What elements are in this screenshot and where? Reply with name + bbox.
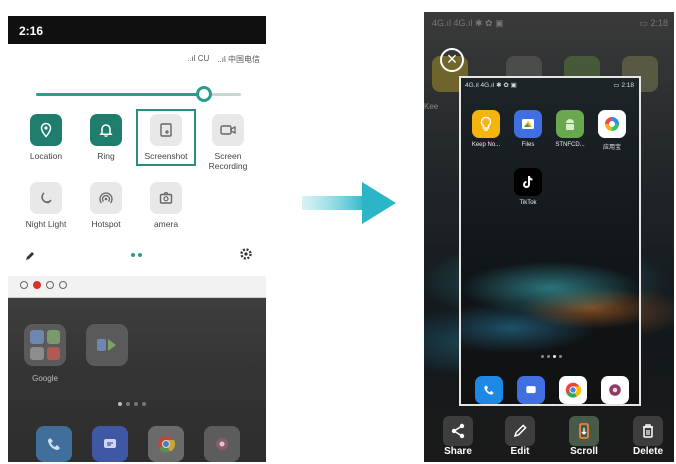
thumb-app: Keep No... xyxy=(467,110,505,148)
tile-label: Screen Recording xyxy=(208,151,248,171)
screenshot-preview-screen: 4G.ıl 4G.ıl ✱ ✿ ▣ ▭ 2:18 Kee × 4G.ıl 4G.… xyxy=(424,12,674,462)
tile-label: Screenshot xyxy=(144,151,188,161)
screenshot-icon xyxy=(150,114,182,146)
phone-app-icon xyxy=(475,376,503,404)
messages-app-icon[interactable] xyxy=(92,426,128,462)
tile-ring[interactable]: Ring xyxy=(76,114,136,161)
chrome-app-icon xyxy=(559,376,587,404)
status-bar-right: ▭ 2:18 xyxy=(639,18,668,28)
phone-app-icon[interactable] xyxy=(36,426,72,462)
close-icon: × xyxy=(446,49,458,69)
thumb-app-label: Keep No... xyxy=(471,142,501,148)
files-icon xyxy=(514,110,542,138)
panel-page-indicator xyxy=(131,253,142,257)
settings-button[interactable] xyxy=(239,247,253,266)
notification-icons xyxy=(8,276,266,298)
camera-icon xyxy=(150,182,182,214)
close-button[interactable]: × xyxy=(440,48,464,72)
tile-label: Location xyxy=(29,151,63,161)
status-bar: 2:16 xyxy=(8,16,266,44)
pencil-icon xyxy=(505,416,535,446)
signal-indicators: ..ıl CU ..ıl 中国电信 xyxy=(187,54,260,65)
share-icon xyxy=(443,416,473,446)
tile-night-light[interactable]: Night Light xyxy=(16,182,76,229)
location-pin-icon xyxy=(30,114,62,146)
thumb-app-label: STNFCD... xyxy=(555,142,585,148)
tile-screenshot[interactable]: Screenshot xyxy=(136,109,196,166)
tiktok-icon xyxy=(514,168,542,196)
tile-camera[interactable]: amera xyxy=(136,182,196,229)
tile-label: Hotspot xyxy=(91,219,121,229)
notification-icon xyxy=(33,281,41,289)
tool-label: Share xyxy=(444,446,472,457)
thumb-status-left: 4G.ıl 4G.ıl ✱ ✿ ▣ xyxy=(465,82,517,89)
lightbulb-icon xyxy=(472,110,500,138)
app-icon[interactable] xyxy=(86,324,128,366)
quick-settings-screen: 2:16 ..ıl CU ..ıl 中国电信 Location Ring Scr… xyxy=(8,16,266,462)
thumb-page-indicator xyxy=(541,355,562,358)
bell-icon xyxy=(90,114,122,146)
thumb-app-label: 应用宝 xyxy=(602,145,621,151)
notification-icon xyxy=(46,281,54,289)
signal-cu: ..ıl CU xyxy=(187,54,210,63)
thumb-status-right: ▭ 2:18 xyxy=(613,82,634,89)
thumb-app-label: TikTok xyxy=(519,200,537,206)
home-page-indicator xyxy=(118,402,146,406)
tool-label: Delete xyxy=(632,446,663,457)
gear-icon xyxy=(240,248,252,260)
tile-label: Night Light xyxy=(25,219,67,229)
android-icon xyxy=(556,110,584,138)
video-camera-icon xyxy=(212,114,244,146)
browser-app-icon xyxy=(601,376,629,404)
screenshot-thumbnail[interactable]: 4G.ıl 4G.ıl ✱ ✿ ▣ ▭ 2:18 Keep No... File… xyxy=(459,76,641,406)
tile-label: amera xyxy=(153,219,179,229)
brightness-fill xyxy=(36,93,205,96)
pencil-icon xyxy=(26,252,34,260)
thumb-app: 应用宝 xyxy=(593,110,631,151)
thumb-app-label: Files xyxy=(521,142,535,148)
tile-label: Ring xyxy=(97,151,115,161)
brightness-slider[interactable] xyxy=(36,86,241,102)
hotspot-icon xyxy=(90,182,122,214)
app-store-icon xyxy=(598,110,626,138)
thumb-app: TikTok xyxy=(509,168,547,206)
delete-button[interactable]: Delete xyxy=(628,416,668,457)
notification-icon xyxy=(20,281,28,289)
quick-settings-panel: ..ıl CU ..ıl 中国电信 Location Ring Screensh… xyxy=(8,44,266,276)
edit-button[interactable]: Edit xyxy=(500,416,540,457)
status-time: 2:16 xyxy=(19,24,44,38)
browser-app-icon[interactable] xyxy=(204,426,240,462)
tile-hotspot[interactable]: Hotspot xyxy=(76,182,136,229)
thumb-app: STNFCD... xyxy=(551,110,589,148)
status-bar-left: 4G.ıl 4G.ıl ✱ ✿ ▣ xyxy=(432,18,504,28)
scroll-capture-button[interactable]: Scroll xyxy=(564,416,604,457)
home-screen: Google xyxy=(8,298,266,462)
tile-location[interactable]: Location xyxy=(16,114,76,161)
edit-tiles-button[interactable] xyxy=(24,249,36,267)
folder-label: Google xyxy=(32,374,58,383)
tool-label: Edit xyxy=(510,446,530,457)
signal-telecom: ..ıl 中国电信 xyxy=(217,55,260,64)
notification-icon xyxy=(59,281,67,289)
chrome-app-icon[interactable] xyxy=(148,426,184,462)
messages-app-icon xyxy=(517,376,545,404)
tool-label: Scroll xyxy=(570,446,598,457)
google-folder[interactable] xyxy=(24,324,66,366)
brightness-knob[interactable] xyxy=(196,86,213,102)
tile-screen-recording[interactable]: Screen Recording xyxy=(198,114,258,171)
trash-icon xyxy=(633,416,663,446)
background-app-label: Kee xyxy=(424,102,439,111)
share-button[interactable]: Share xyxy=(438,416,478,457)
moon-icon xyxy=(30,182,62,214)
scroll-capture-icon xyxy=(569,416,599,446)
transition-arrow-icon xyxy=(302,180,398,231)
thumb-app: Files xyxy=(509,110,547,148)
